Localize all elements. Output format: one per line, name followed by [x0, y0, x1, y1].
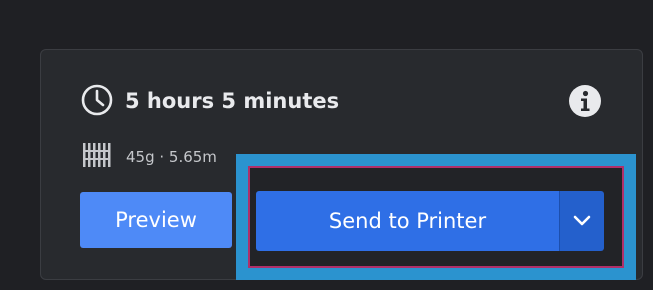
chevron-down-icon — [573, 215, 591, 226]
send-options-dropdown-button[interactable] — [559, 191, 604, 251]
filament-icon — [83, 143, 111, 167]
print-panel-stage: 5 hours 5 minutes 45g · 5.65m Preview Se… — [0, 0, 653, 290]
material-usage-label: 45g · 5.65m — [126, 148, 217, 166]
send-to-printer-button[interactable]: Send to Printer — [256, 191, 559, 251]
info-icon[interactable] — [568, 84, 602, 118]
preview-button[interactable]: Preview — [80, 192, 232, 248]
clock-icon — [81, 84, 113, 116]
print-time-label: 5 hours 5 minutes — [125, 89, 340, 113]
